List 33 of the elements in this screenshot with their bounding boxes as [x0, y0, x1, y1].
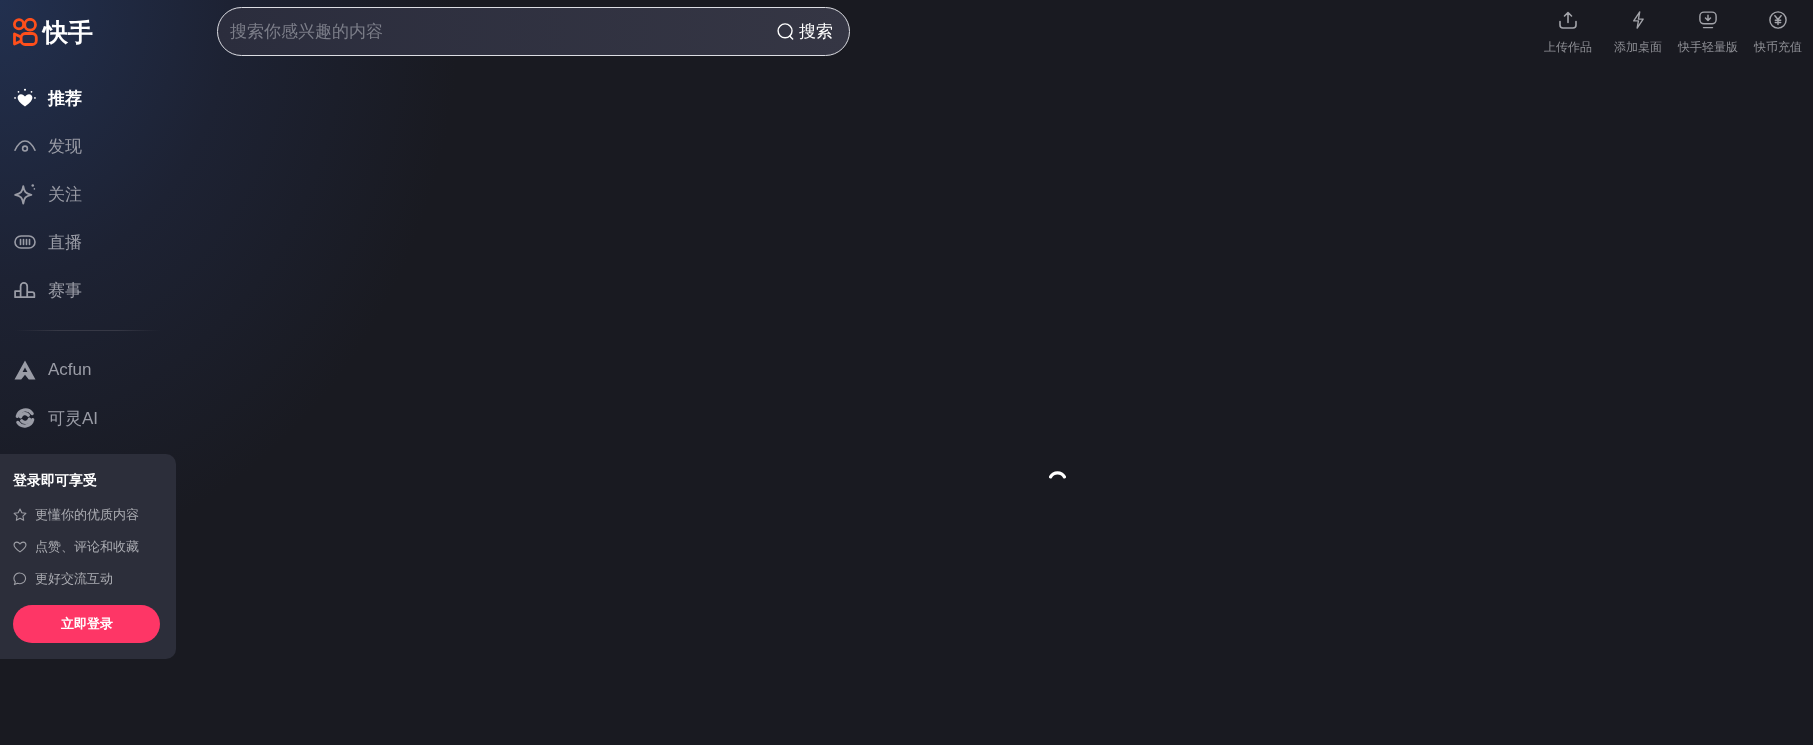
- loading-spinner-icon: [1049, 471, 1066, 479]
- benefit-text: 更好交流互动: [35, 570, 113, 588]
- login-button[interactable]: 立即登录: [13, 605, 160, 643]
- upload-icon: [1559, 11, 1577, 29]
- nav-item[interactable]: 赛事: [0, 266, 176, 314]
- toolbar-button[interactable]: 上传作品: [1533, 0, 1603, 55]
- search-field[interactable]: 搜索你感兴趣的内容 搜索: [217, 7, 850, 56]
- star-icon: [13, 508, 27, 522]
- heart-icon: [13, 540, 27, 554]
- nav-item[interactable]: 关注: [0, 170, 176, 218]
- chat-bubble-icon: [13, 572, 27, 586]
- nav-item[interactable]: 可灵AI: [0, 394, 176, 442]
- heart-sparkle-icon: [14, 87, 36, 109]
- podium-icon: [14, 279, 36, 301]
- nav-item[interactable]: 直播: [0, 218, 176, 266]
- download-screen-icon: [1699, 11, 1717, 29]
- search-button[interactable]: 搜索: [769, 8, 849, 55]
- toolbar-button[interactable]: 快手轻量版: [1673, 0, 1743, 55]
- nav-item[interactable]: 发现: [0, 122, 176, 170]
- card-title: 登录即可享受: [13, 471, 98, 490]
- nav-item[interactable]: 推荐: [0, 74, 176, 122]
- toolbar-button[interactable]: 快币充值: [1743, 0, 1813, 55]
- nav-item[interactable]: Acfun: [0, 346, 176, 394]
- yen-coin-icon: [1769, 11, 1787, 29]
- triangle-logo-icon: [14, 359, 36, 381]
- logo-link[interactable]: 快手: [13, 18, 93, 46]
- benefit-text: 点赞、评论和收藏: [35, 538, 139, 556]
- benefit-text: 更懂你的优质内容: [35, 506, 139, 524]
- camera-logo-icon: [13, 18, 38, 46]
- sparkle-star-icon: [14, 183, 36, 205]
- swirl-logo-icon: [14, 407, 36, 429]
- toolbar-button[interactable]: 添加桌面: [1603, 0, 1673, 55]
- search-icon: [777, 23, 794, 40]
